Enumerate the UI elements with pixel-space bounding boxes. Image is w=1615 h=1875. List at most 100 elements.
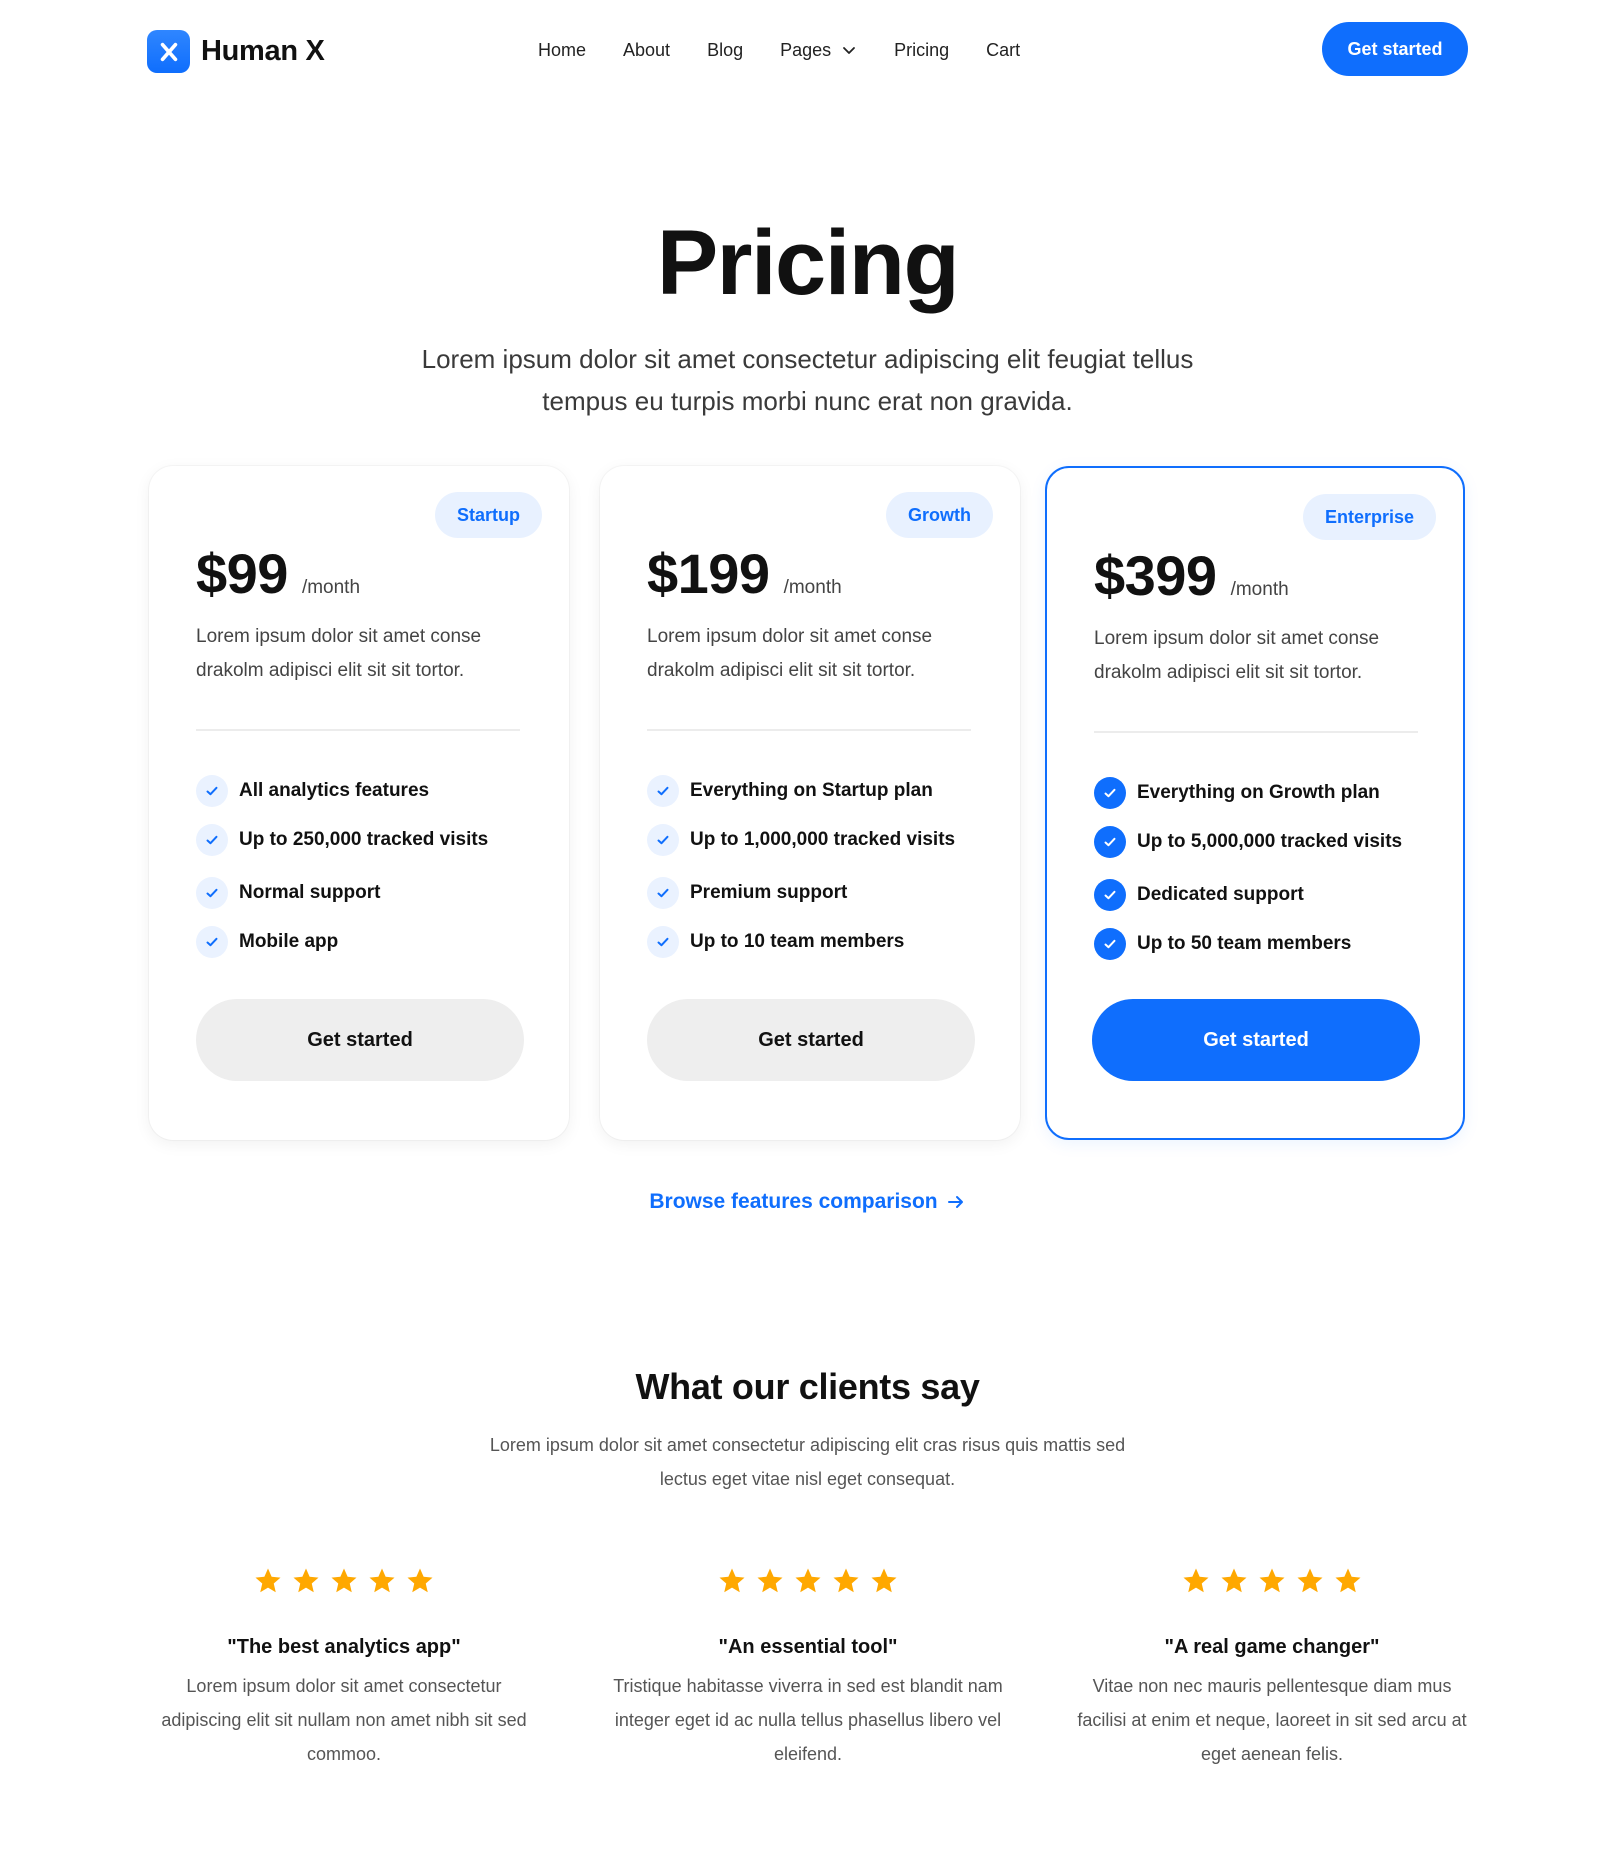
testimonial-card: "A real game changer" Vitae non nec maur… [1062, 1566, 1482, 1771]
plan-price: $99 [196, 542, 288, 605]
check-icon [647, 824, 679, 856]
nav-home[interactable]: Home [538, 40, 586, 61]
feature-label: Up to 5,000,000 tracked visits [1137, 831, 1403, 852]
arrow-right-icon [947, 1196, 963, 1208]
check-icon [647, 877, 679, 909]
star-icon [1183, 1568, 1209, 1593]
page-subtitle: Lorem ipsum dolor sit amet consectetur a… [421, 344, 1194, 416]
divider [196, 729, 520, 731]
divider [647, 729, 971, 731]
feature-label: Dedicated support [1137, 884, 1304, 905]
nav-pages-label: Pages [780, 39, 832, 60]
chevron-down-icon [843, 47, 856, 54]
brand-logo[interactable]: Human X [147, 30, 325, 73]
testimonial-card: "An essential tool" Tristique habitasse … [598, 1566, 1018, 1771]
star-icon [719, 1568, 745, 1593]
plan-badge: Enterprise [1302, 494, 1436, 540]
feature-item: All analytics features [196, 775, 488, 807]
pricing-card-startup: Startup $99 /month Lorem ipsum dolor sit… [149, 466, 569, 1140]
star-icon [293, 1568, 319, 1593]
star-icon [871, 1568, 897, 1593]
check-icon [196, 775, 228, 807]
plan-price: $199 [647, 542, 770, 605]
star-icon [1221, 1568, 1247, 1593]
star-icon [795, 1568, 821, 1593]
compare-link-label: Browse features comparison [649, 1190, 938, 1213]
testimonial-quote: "An essential tool" [718, 1636, 898, 1658]
check-icon [647, 775, 679, 807]
check-icon [1094, 826, 1126, 858]
feature-list: Everything on Growth plan Up to 5,000,00… [1094, 777, 1402, 977]
main-nav: Home About Blog Pages Pricing Cart [538, 34, 1020, 66]
feature-item: Up to 50 team members [1094, 928, 1402, 960]
header-get-started-button[interactable]: Get started [1322, 22, 1468, 76]
star-icon [255, 1568, 281, 1593]
price-row: $99 /month [196, 546, 360, 602]
nav-about[interactable]: About [623, 40, 670, 61]
check-icon [196, 926, 228, 958]
feature-label: Mobile app [239, 931, 339, 952]
nav-cart[interactable]: Cart [986, 40, 1020, 61]
plan-period: /month [1230, 579, 1289, 600]
feature-label: Everything on Growth plan [1137, 782, 1380, 803]
feature-item: Everything on Growth plan [1094, 777, 1402, 809]
star-icon [407, 1568, 433, 1593]
browse-features-comparison-link[interactable]: Browse features comparison [649, 1190, 965, 1214]
feature-item: Up to 10 team members [647, 926, 955, 958]
check-icon [196, 824, 228, 856]
feature-label: Up to 250,000 tracked visits [239, 829, 489, 850]
plan-description: Lorem ipsum dolor sit amet conse drakolm… [1094, 628, 1380, 683]
price-row: $199 /month [647, 546, 842, 602]
check-icon [196, 877, 228, 909]
star-icon [331, 1568, 357, 1593]
testimonials-subtitle: Lorem ipsum dolor sit amet consectetur a… [489, 1435, 1126, 1489]
feature-list: Everything on Startup plan Up to 1,000,0… [647, 775, 955, 975]
testimonial-body: Tristique habitasse viverra in sed est b… [613, 1676, 1003, 1764]
testimonials-title: What our clients say [635, 1366, 980, 1407]
plan-badge: Growth [886, 492, 993, 538]
page-title: Pricing [656, 212, 960, 314]
divider [1094, 731, 1418, 733]
star-icon [757, 1568, 783, 1593]
feature-label: Everything on Startup plan [690, 780, 933, 801]
feature-label: Up to 1,000,000 tracked visits [690, 829, 956, 850]
startup-get-started-button[interactable]: Get started [196, 999, 524, 1081]
pricing-card-enterprise: Enterprise $399 /month Lorem ipsum dolor… [1045, 466, 1465, 1140]
enterprise-get-started-button[interactable]: Get started [1092, 999, 1420, 1081]
feature-label: Premium support [690, 882, 848, 903]
star-icon [369, 1568, 395, 1593]
testimonial-quote: "The best analytics app" [227, 1636, 461, 1658]
star-icon [1259, 1568, 1285, 1593]
x-logo-icon [147, 30, 190, 73]
plan-period: /month [301, 577, 361, 598]
brand-name: Human X [201, 35, 325, 67]
pricing-card-growth: Growth $199 /month Lorem ipsum dolor sit… [600, 466, 1020, 1140]
feature-item: Premium support [647, 877, 955, 909]
growth-get-started-button[interactable]: Get started [647, 999, 975, 1081]
testimonial-body: Lorem ipsum dolor sit amet consectetur a… [161, 1676, 527, 1764]
price-row: $399 /month [1094, 548, 1289, 604]
nav-blog[interactable]: Blog [707, 40, 743, 61]
plan-description: Lorem ipsum dolor sit amet conse drakolm… [196, 626, 482, 681]
testimonial-body: Vitae non nec mauris pellentesque diam m… [1077, 1676, 1467, 1764]
testimonial-card: "The best analytics app" Lorem ipsum dol… [134, 1566, 554, 1771]
feature-label: Normal support [239, 882, 381, 903]
star-rating [598, 1566, 1018, 1598]
feature-list: All analytics features Up to 250,000 tra… [196, 775, 488, 975]
feature-item: Up to 1,000,000 tracked visits [647, 824, 955, 856]
nav-pages-dropdown[interactable]: Pages [780, 40, 857, 61]
check-icon [1094, 879, 1126, 911]
nav-pricing[interactable]: Pricing [894, 40, 949, 61]
feature-label: Up to 10 team members [690, 931, 905, 952]
feature-item: Up to 250,000 tracked visits [196, 824, 488, 856]
feature-item: Mobile app [196, 926, 488, 958]
plan-price: $399 [1094, 544, 1217, 607]
plan-description: Lorem ipsum dolor sit amet conse drakolm… [647, 626, 933, 681]
star-icon [1297, 1568, 1323, 1593]
feature-item: Up to 5,000,000 tracked visits [1094, 826, 1402, 858]
feature-label: Up to 50 team members [1137, 933, 1352, 954]
feature-item: Dedicated support [1094, 879, 1402, 911]
check-icon [1094, 928, 1126, 960]
site-header: Human X Home About Blog Pages Pricing Ca… [0, 0, 1615, 100]
feature-label: All analytics features [239, 780, 430, 801]
